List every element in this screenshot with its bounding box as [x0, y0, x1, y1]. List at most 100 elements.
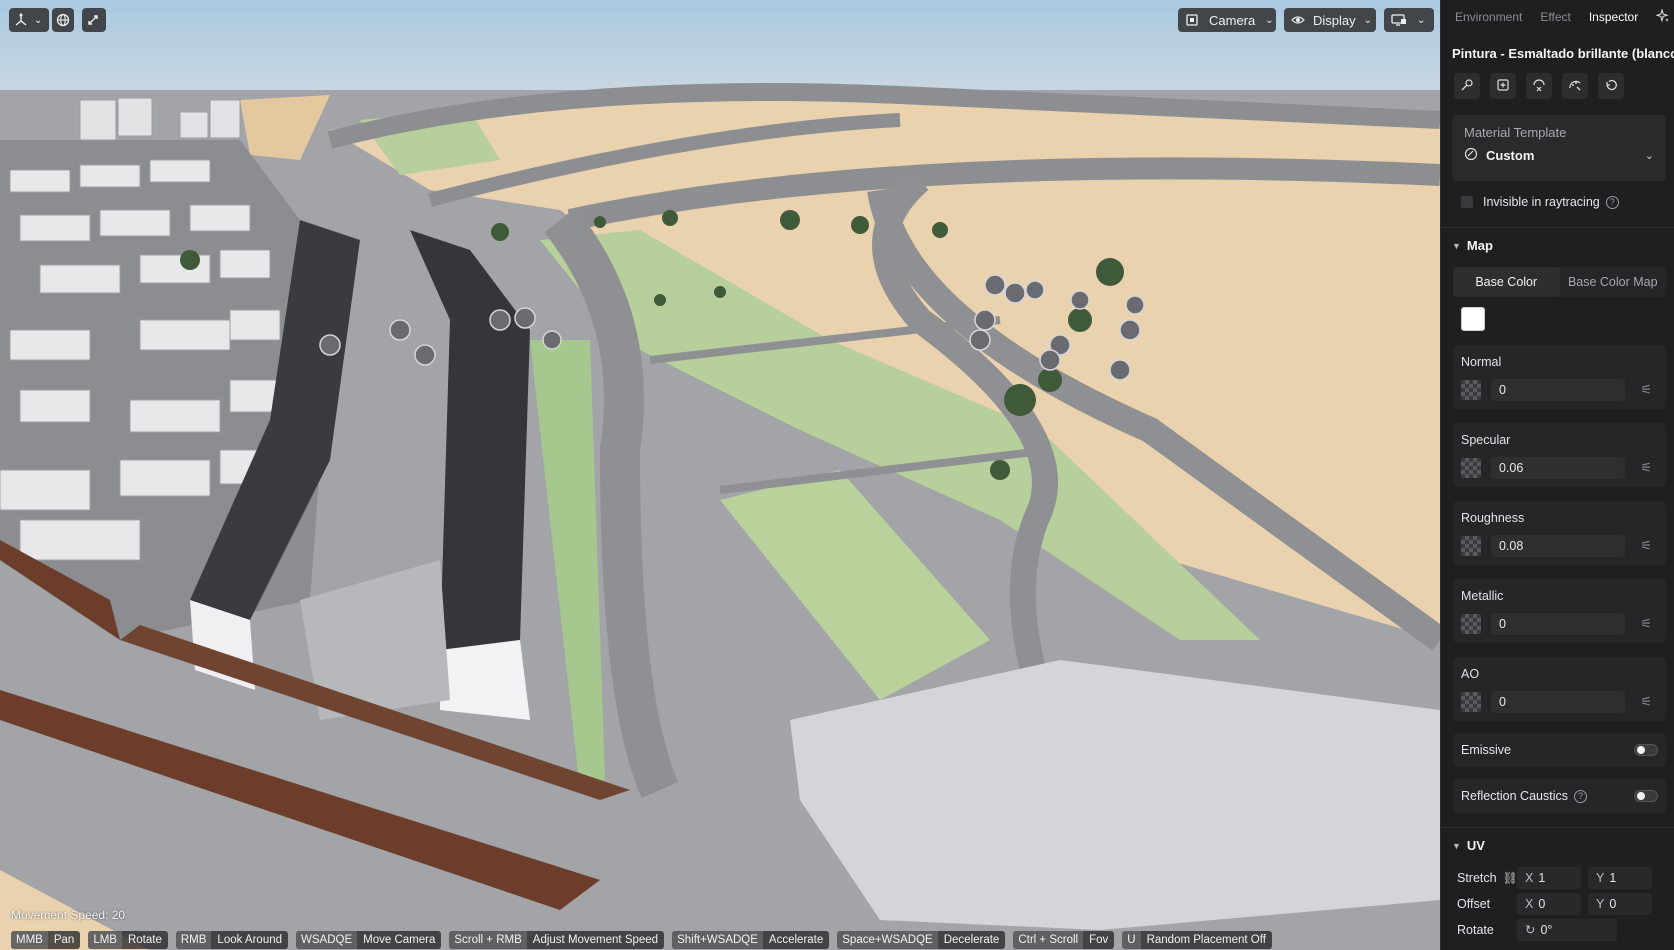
- uv-stretch-row: Stretch ⛓ X1 Y1: [1441, 865, 1674, 891]
- map-section-title: Map: [1466, 238, 1493, 253]
- shortcut-action: Pan: [53, 934, 75, 946]
- material-title: Pintura - Esmaltado brillante (blanco): [1452, 46, 1674, 61]
- sliders-icon[interactable]: ⚟: [1640, 538, 1652, 554]
- camera-dropdown[interactable]: Camera ⌄: [1178, 8, 1276, 32]
- shortcut-hint: WSADQE Move Camera: [296, 931, 442, 949]
- material-library-button[interactable]: [1562, 73, 1588, 99]
- inspector-panel: Environment Effect Inspector Pintura - E…: [1440, 0, 1674, 950]
- material-actions: [1441, 61, 1674, 99]
- stretch-x-input[interactable]: X1: [1517, 867, 1581, 889]
- snap-tool-button[interactable]: [82, 8, 106, 32]
- texture-slot[interactable]: [1461, 614, 1481, 634]
- map-tabs: Base Color Base Color Map: [1453, 267, 1666, 297]
- emissive-toggle[interactable]: [1634, 744, 1658, 756]
- camera-frame-icon: [1185, 13, 1199, 27]
- shortcut-hint: U Random Placement Off: [1122, 931, 1272, 949]
- tab-environment[interactable]: Environment: [1455, 10, 1522, 24]
- emissive-row: Emissive: [1453, 733, 1666, 767]
- rotate-input[interactable]: ↻ 0°: [1517, 919, 1617, 941]
- sliders-icon[interactable]: ⚟: [1640, 460, 1652, 476]
- offset-y-value: 0: [1609, 897, 1617, 911]
- collapse-triangle-icon: ▼: [1452, 240, 1461, 251]
- stretch-label: Stretch: [1457, 871, 1497, 885]
- movement-speed-readout: Movement Speed: 20: [11, 908, 126, 922]
- sparkle-icon[interactable]: [1655, 7, 1670, 26]
- scene-render[interactable]: [0, 0, 1440, 950]
- shortcut-key: Shift+WSADQE: [672, 931, 763, 949]
- ao-input[interactable]: 0: [1491, 691, 1625, 713]
- material-template-select[interactable]: Material Template Custom ⌄: [1452, 115, 1666, 181]
- swap-icon: [1532, 78, 1546, 95]
- screen-layout-dropdown[interactable]: ⌄: [1384, 8, 1434, 32]
- sliders-icon[interactable]: ⚟: [1640, 694, 1652, 710]
- add-square-icon: [1496, 78, 1510, 95]
- shortcut-hint: Space+WSADQE Decelerate: [837, 931, 1006, 949]
- display-dropdown[interactable]: Display ⌄: [1284, 8, 1376, 32]
- tab-base-color[interactable]: Base Color: [1453, 267, 1560, 297]
- specular-input[interactable]: 0.06: [1491, 457, 1625, 479]
- replace-material-button[interactable]: [1526, 73, 1552, 99]
- globe-icon: [56, 13, 70, 27]
- help-icon[interactable]: ?: [1605, 195, 1619, 209]
- rotate-label: Rotate: [1457, 923, 1494, 937]
- 3d-viewport[interactable]: ⌄ Camera ⌄ Display ⌄ ⌄ Movement Speed: 2…: [0, 0, 1440, 950]
- eye-icon: [1291, 13, 1305, 27]
- property-label: Specular: [1461, 433, 1511, 447]
- base-color-swatch[interactable]: [1461, 307, 1485, 331]
- chevron-down-icon: ⌄: [1363, 14, 1373, 26]
- transform-axis-icon: [14, 13, 28, 27]
- world-space-toggle[interactable]: [52, 8, 74, 32]
- stretch-x-value: 1: [1538, 871, 1546, 885]
- display-label: Display: [1313, 12, 1356, 28]
- shortcut-key: LMB: [88, 931, 122, 949]
- pick-material-button[interactable]: [1454, 73, 1480, 99]
- plaza: [790, 660, 1440, 930]
- link-lock-icon[interactable]: ⛓: [1503, 871, 1518, 885]
- chevron-down-icon: ⌄: [1644, 150, 1654, 162]
- monitor-icon: [1391, 13, 1407, 27]
- tab-inspector[interactable]: Inspector: [1589, 10, 1638, 24]
- shortcut-key: U: [1122, 931, 1141, 949]
- chevron-down-icon: ⌄: [1417, 14, 1426, 26]
- normal-input[interactable]: 0: [1491, 379, 1625, 401]
- texture-slot[interactable]: [1461, 380, 1481, 400]
- property-label: AO: [1461, 667, 1480, 681]
- property-label: Metallic: [1461, 589, 1504, 603]
- sliders-icon[interactable]: ⚟: [1640, 382, 1652, 398]
- tab-effect[interactable]: Effect: [1540, 10, 1570, 24]
- stretch-y-input[interactable]: Y1: [1588, 867, 1652, 889]
- chevron-down-icon: ⌄: [1265, 14, 1274, 26]
- map-section-header[interactable]: ▼ Map: [1441, 228, 1674, 253]
- tab-base-color-map[interactable]: Base Color Map: [1560, 267, 1667, 297]
- property-label: Roughness: [1461, 511, 1525, 525]
- invisible-in-raytracing-label: Invisible in raytracing: [1483, 195, 1600, 209]
- collapse-triangle-icon: ▼: [1452, 840, 1461, 851]
- shortcut-action: Move Camera: [363, 934, 436, 946]
- metallic-input[interactable]: 0: [1491, 613, 1625, 635]
- chevron-down-icon: ⌄: [34, 14, 43, 26]
- offset-label: Offset: [1457, 897, 1491, 911]
- reflection-caustics-toggle[interactable]: [1634, 790, 1658, 802]
- offset-y-input[interactable]: Y0: [1588, 893, 1652, 915]
- sliders-icon[interactable]: ⚟: [1640, 616, 1652, 632]
- uv-section-title: UV: [1466, 838, 1485, 853]
- transform-tool-dropdown[interactable]: ⌄: [9, 8, 49, 32]
- texture-slot[interactable]: [1461, 536, 1481, 556]
- shortcut-action: Decelerate: [943, 934, 1000, 946]
- normal-property: Normal 0 ⚟: [1453, 345, 1666, 409]
- offset-x-input[interactable]: X0: [1517, 893, 1581, 915]
- invisible-in-raytracing-checkbox[interactable]: [1461, 196, 1473, 208]
- add-material-button[interactable]: [1490, 73, 1516, 99]
- texture-slot[interactable]: [1461, 458, 1481, 478]
- shortcut-action: Accelerate: [768, 934, 824, 946]
- rotate-icon: ↻: [1525, 923, 1536, 937]
- shortcut-key: RMB: [175, 931, 212, 949]
- roughness-input[interactable]: 0.08: [1491, 535, 1625, 557]
- texture-slot[interactable]: [1461, 692, 1481, 712]
- offset-x-value: 0: [1538, 897, 1546, 911]
- palette-icon: [1568, 78, 1582, 95]
- shortcut-hint: LMB Rotate: [88, 931, 168, 949]
- uv-section-header[interactable]: ▼ UV: [1441, 828, 1674, 865]
- reset-material-button[interactable]: [1598, 73, 1624, 99]
- help-icon[interactable]: ?: [1574, 789, 1587, 803]
